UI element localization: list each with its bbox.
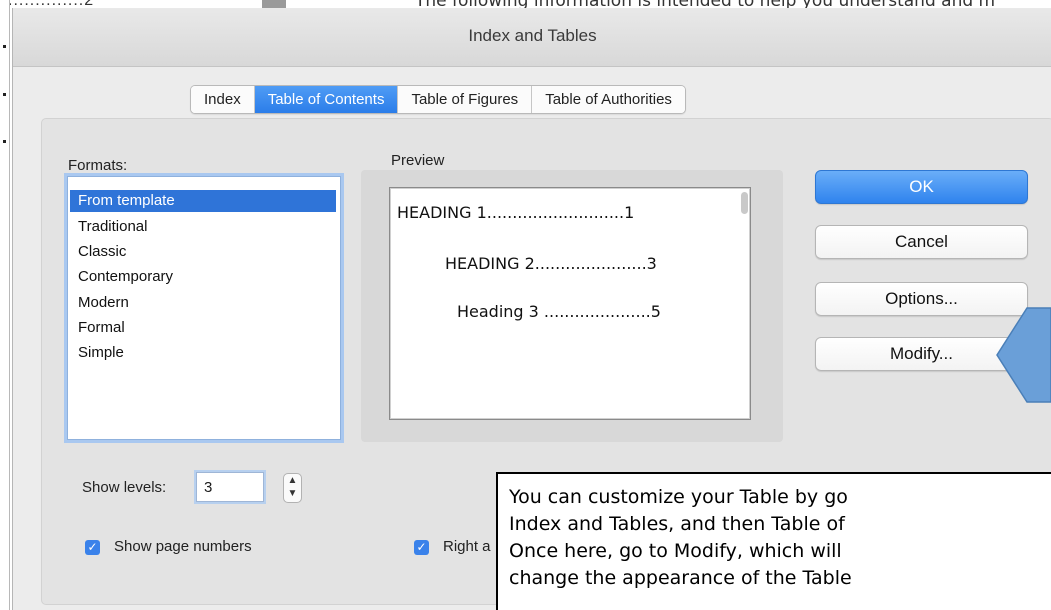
format-item-traditional[interactable]: Traditional — [70, 216, 336, 238]
tab-table-of-authorities[interactable]: Table of Authorities — [532, 86, 685, 113]
show-levels-input[interactable]: 3 — [196, 472, 264, 502]
tab-bar: Index Table of Contents Table of Figures… — [190, 85, 686, 114]
callout-line-4: change the appearance of the Table — [509, 567, 852, 589]
show-levels-label: Show levels: — [82, 479, 167, 496]
callout-line-1: You can customize your Table by go — [509, 486, 848, 508]
margin-mark — [3, 140, 6, 143]
show-levels-stepper[interactable]: ▲ ▼ — [283, 473, 302, 503]
dialog-titlebar: Index and Tables — [13, 8, 1051, 67]
ok-button[interactable]: OK — [815, 170, 1028, 204]
format-item-simple[interactable]: Simple — [70, 342, 336, 364]
format-item-formal[interactable]: Formal — [70, 317, 336, 339]
preview-heading-1-page: 1 — [624, 203, 635, 222]
cancel-button[interactable]: Cancel — [815, 225, 1028, 259]
tab-index[interactable]: Index — [191, 86, 255, 113]
preview-heading-3-page: 5 — [650, 302, 661, 321]
formats-list[interactable]: From template Traditional Classic Contem… — [67, 176, 341, 440]
preview-label: Preview — [391, 152, 445, 169]
preview-heading-2-text: HEADING 2 — [445, 254, 535, 273]
format-item-classic[interactable]: Classic — [70, 241, 336, 263]
callout-line-3: Once here, go to Modify, which will — [509, 540, 842, 562]
tab-table-of-figures[interactable]: Table of Figures — [398, 86, 533, 113]
preview-box: HEADING 1...........................1 HE… — [389, 187, 751, 420]
preview-heading-2-page: 3 — [646, 254, 657, 273]
margin-mark — [3, 93, 6, 96]
format-item-from-template[interactable]: From template — [70, 190, 336, 212]
preview-heading-2: HEADING 2......................3 — [445, 254, 657, 273]
document-margin — [0, 0, 10, 610]
preview-heading-3: Heading 3 .....................5 — [457, 302, 661, 321]
dialog-title: Index and Tables — [468, 26, 597, 45]
preview-heading-3-text: Heading 3 — [457, 302, 539, 321]
chevron-down-icon[interactable]: ▼ — [284, 487, 301, 500]
preview-scrollbar[interactable] — [741, 192, 748, 214]
preview-heading-1: HEADING 1...........................1 — [397, 203, 634, 222]
show-page-numbers-label: Show page numbers — [114, 538, 252, 555]
preview-heading-1-leader: ........................... — [486, 203, 625, 222]
preview-heading-3-leader: ..................... — [538, 302, 651, 321]
callout-box: You can customize your Table by go Index… — [496, 472, 1051, 610]
format-item-contemporary[interactable]: Contemporary — [70, 266, 336, 288]
right-align-checkbox[interactable]: ✓ — [414, 540, 429, 555]
formats-label: Formats: — [68, 157, 128, 174]
margin-mark — [3, 45, 6, 48]
chevron-up-icon[interactable]: ▲ — [284, 474, 301, 487]
callout-arrow — [977, 300, 1051, 410]
tab-table-of-contents[interactable]: Table of Contents — [254, 86, 399, 113]
show-page-numbers-checkbox[interactable]: ✓ — [85, 540, 100, 555]
callout-line-2: Index and Tables, and then Table of — [509, 513, 845, 535]
right-align-label: Right a — [443, 538, 491, 555]
format-item-modern[interactable]: Modern — [70, 292, 336, 314]
preview-heading-2-leader: ...................... — [534, 254, 647, 273]
preview-heading-1-text: HEADING 1 — [397, 203, 487, 222]
